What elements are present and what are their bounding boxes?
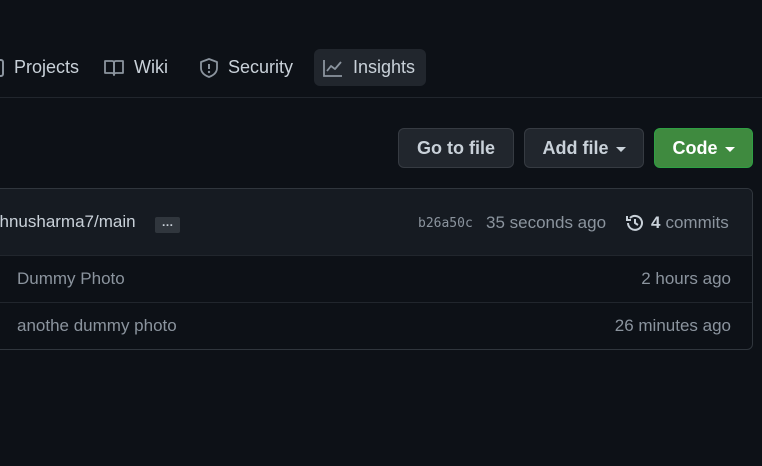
tab-security-label: Security [228, 57, 294, 77]
commit-age: 2 hours ago [641, 269, 731, 288]
code-label: Code [672, 137, 718, 158]
add-file-label: Add file [542, 137, 609, 158]
tab-projects[interactable]: Projects [0, 49, 79, 86]
caret-down-icon [615, 146, 626, 152]
go-to-file-button[interactable]: Go to file [398, 128, 514, 168]
tab-insights[interactable]: Insights [314, 49, 426, 86]
commit-time: 35 seconds ago [486, 213, 607, 232]
commit-age: 26 minutes ago [614, 316, 731, 335]
commits-label: commits [665, 213, 729, 232]
tab-wiki[interactable]: Wiki [104, 49, 168, 86]
graph-icon [323, 59, 343, 77]
repository-page: Projects Wiki Security Insights Go to fi… [0, 0, 762, 466]
add-file-button[interactable]: Add file [524, 128, 644, 168]
repo-nav: Projects Wiki Security Insights [0, 0, 762, 98]
commits-history-link[interactable]: 4 commits [625, 211, 729, 235]
tab-projects-label: Projects [14, 57, 80, 77]
file-listing: shnusharma7/main … b26a50c 35 seconds ag… [0, 188, 753, 350]
book-icon [104, 59, 124, 77]
tab-insights-label: Insights [353, 57, 416, 77]
go-to-file-label: Go to file [417, 137, 495, 158]
commit-sha-link[interactable]: b26a50c [418, 216, 473, 231]
project-icon [0, 58, 4, 78]
latest-commit-bar: shnusharma7/main … b26a50c 35 seconds ag… [0, 189, 752, 256]
commit-message[interactable]: Dummy Photo [17, 269, 125, 289]
table-row: Dummy Photo 2 hours ago [0, 256, 752, 302]
shield-icon [200, 57, 218, 78]
commits-count: 4 [651, 213, 661, 232]
commit-message-link[interactable]: shnusharma7/main [0, 212, 136, 232]
commit-message[interactable]: anothe dummy photo [17, 316, 177, 336]
caret-down-icon [724, 146, 735, 152]
tab-security[interactable]: Security [200, 49, 293, 86]
tab-wiki-label: Wiki [134, 57, 168, 77]
history-icon [625, 213, 645, 233]
table-row: anothe dummy photo 26 minutes ago [0, 302, 752, 348]
code-button[interactable]: Code [654, 128, 753, 168]
expand-commit-button[interactable]: … [155, 216, 180, 233]
